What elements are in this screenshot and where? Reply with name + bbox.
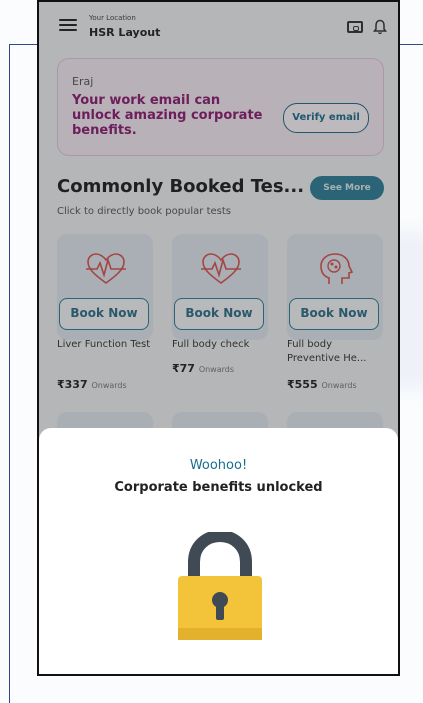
frame-line <box>9 44 37 45</box>
lock-icon <box>178 532 262 640</box>
phone-screen: Your Location HSR Layout Eraj Your work … <box>37 0 400 676</box>
frame-line <box>400 44 423 45</box>
sheet-heading: Woohoo! <box>189 458 248 473</box>
bottom-sheet: Woohoo! Corporate benefits unlocked <box>39 428 398 674</box>
sheet-message: Corporate benefits unlocked <box>114 480 323 495</box>
frame-line <box>9 44 10 703</box>
